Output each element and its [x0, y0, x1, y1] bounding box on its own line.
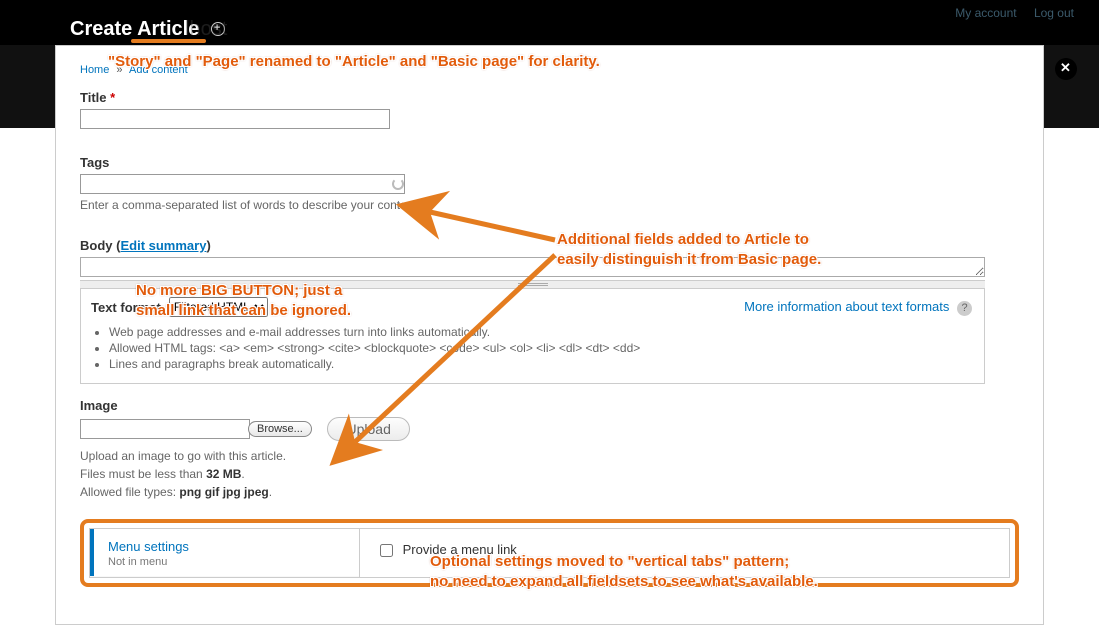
account-links: My account Log out [941, 6, 1074, 20]
body-textarea[interactable] [80, 257, 985, 277]
upload-button[interactable]: Upload [327, 417, 409, 441]
body-label-text: Body [80, 238, 113, 253]
format-bullet: Allowed HTML tags: <a> <em> <strong> <ci… [109, 341, 974, 355]
tags-label: Tags [80, 155, 1019, 170]
vertical-tabs-panel: Provide a menu link [360, 529, 1009, 577]
annotation-underline [131, 39, 206, 43]
image-description: Upload an image to go with this article.… [80, 447, 1019, 501]
title-label: Title * [80, 90, 1019, 105]
tags-input[interactable] [80, 174, 405, 194]
tags-wrap [80, 174, 410, 194]
log-out-link[interactable]: Log out [1034, 6, 1074, 20]
text-format-box: Text format Filtered HTML More informati… [80, 288, 985, 384]
image-desc-line2b: 32 MB [206, 467, 241, 481]
image-desc-line1: Upload an image to go with this article. [80, 449, 286, 463]
image-file-input[interactable] [80, 419, 250, 439]
title-input[interactable] [80, 109, 390, 129]
format-help-text: More information about text formats [744, 299, 949, 314]
format-bullet: Lines and paragraphs break automatically… [109, 357, 974, 371]
vtab-title: Menu settings [108, 539, 345, 554]
image-desc-line3b: png gif jpg jpeg [179, 485, 268, 499]
resize-handle[interactable] [80, 280, 985, 288]
page-title-text: Create Article [70, 18, 199, 40]
breadcrumb: Home » Add content [80, 64, 1019, 76]
vertical-tabs-highlight: Menu settings Not in menu Provide a menu… [80, 519, 1019, 587]
my-account-link[interactable]: My account [955, 6, 1016, 20]
vertical-tabs-sidebar: Menu settings Not in menu [90, 529, 360, 577]
breadcrumb-sep: » [116, 64, 122, 76]
breadcrumb-add-content[interactable]: Add content [129, 64, 188, 76]
paren-close: ) [206, 238, 210, 253]
provide-menu-link-label: Provide a menu link [403, 542, 517, 557]
browse-button[interactable]: Browse... [248, 421, 312, 437]
format-help-link[interactable]: More information about text formats ? [744, 299, 972, 316]
ghost-host: lhost [185, 18, 227, 41]
required-mark: * [110, 90, 115, 105]
tags-description: Enter a comma-separated list of words to… [80, 198, 1019, 212]
provide-menu-link-row[interactable]: Provide a menu link [376, 542, 517, 557]
format-bullet: Web page addresses and e-mail addresses … [109, 325, 974, 339]
edit-summary-link[interactable]: Edit summary [120, 238, 206, 253]
help-icon: ? [957, 301, 972, 316]
title-label-text: Title [80, 90, 107, 105]
image-desc-line3a: Allowed file types: [80, 485, 179, 499]
format-bullet-list: Web page addresses and e-mail addresses … [109, 325, 974, 371]
provide-menu-link-checkbox[interactable] [380, 544, 393, 557]
modal: Home » Add content Title * Tags Enter a … [55, 45, 1044, 625]
text-format-select[interactable]: Filtered HTML [169, 297, 268, 317]
body-label: Body (Edit summary) [80, 238, 1019, 253]
breadcrumb-home[interactable]: Home [80, 64, 109, 76]
close-icon[interactable] [1055, 58, 1077, 80]
vtab-subtitle: Not in menu [108, 556, 345, 568]
vertical-tabs: Menu settings Not in menu Provide a menu… [89, 528, 1010, 578]
text-format-label: Text format [91, 300, 161, 315]
image-label: Image [80, 398, 1019, 413]
image-desc-line2a: Files must be less than [80, 467, 206, 481]
vtab-menu-settings[interactable]: Menu settings Not in menu [90, 529, 359, 576]
loading-icon [392, 178, 404, 190]
